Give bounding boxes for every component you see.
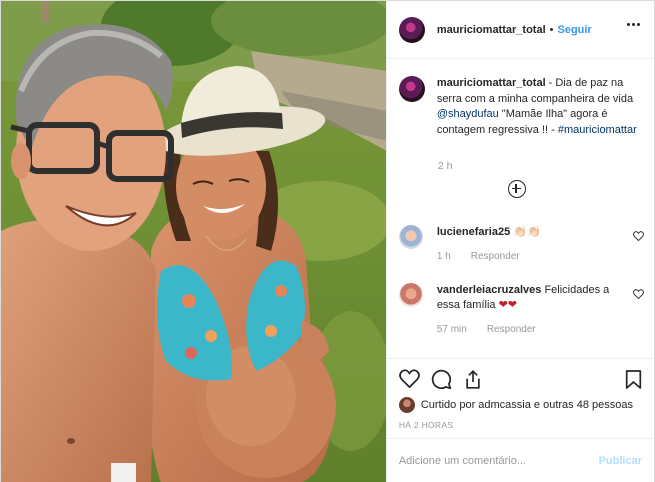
post-header: mauriciomattar_total • Seguir	[386, 1, 654, 59]
caption-time[interactable]: 2 h	[438, 160, 453, 172]
comment-time[interactable]: 57 min	[437, 322, 467, 337]
post-caption: mauriciomattar_total - Dia de paz na ser…	[398, 76, 644, 138]
add-comment-bar: Adicione um comentário... Publicar	[386, 438, 654, 482]
caption-body: mauriciomattar_total - Dia de paz na ser…	[437, 76, 637, 138]
bookmark-icon[interactable]	[625, 369, 642, 390]
comment-username[interactable]: lucienefaria25	[437, 226, 510, 238]
caption-hashtag-link[interactable]: #mauriciomattar	[558, 124, 637, 136]
comment-username[interactable]: vanderleiacruzalves	[437, 284, 542, 296]
comment-icon[interactable]	[431, 369, 452, 390]
comment-time[interactable]: 1 h	[437, 249, 451, 264]
plus-circle-icon[interactable]	[507, 180, 526, 198]
share-icon[interactable]	[463, 369, 483, 390]
caption-avatar[interactable]	[398, 76, 425, 102]
more-horizontal-icon[interactable]	[627, 23, 640, 26]
post-photo[interactable]	[1, 1, 386, 482]
post-side-panel: mauriciomattar_total • Seguir mauricioma…	[385, 1, 654, 482]
heart-icon[interactable]	[632, 289, 644, 299]
comment-input[interactable]: Adicione um comentário...	[399, 455, 599, 467]
author-username[interactable]: mauriciomattar_total	[437, 24, 546, 36]
caption-username[interactable]: mauriciomattar_total	[437, 77, 546, 89]
comment-body: vanderleiacruzalves Felicidades a essa f…	[437, 283, 617, 337]
likes-summary[interactable]: Curtido por admcassia e outras 48 pessoa…	[398, 397, 633, 413]
caption-mention-link[interactable]: @shaydufau	[437, 108, 499, 120]
reply-button[interactable]: Responder	[487, 322, 536, 337]
post-actions	[386, 358, 654, 398]
commenter-avatar[interactable]	[398, 283, 423, 307]
reply-button[interactable]: Responder	[471, 249, 520, 264]
comment-item: vanderleiacruzalves Felicidades a essa f…	[398, 283, 644, 337]
commenter-avatar[interactable]	[398, 225, 423, 249]
comment-meta: 1 h Responder	[437, 249, 617, 264]
header-separator: •	[549, 23, 554, 36]
heart-icon[interactable]	[398, 369, 420, 388]
follow-button[interactable]: Seguir	[557, 24, 591, 36]
likes-text: Curtido por admcassia e outras 48 pessoa…	[420, 399, 633, 411]
comment-emoji: ❤❤	[498, 299, 517, 311]
comment-meta: 57 min Responder	[437, 322, 617, 337]
publish-button[interactable]: Publicar	[599, 455, 642, 467]
heart-icon[interactable]	[632, 231, 644, 241]
post-timestamp[interactable]: HÁ 2 HORAS	[399, 420, 454, 430]
liker-avatar	[398, 397, 415, 413]
post-photo-illustration	[1, 1, 386, 482]
comment-emoji: 👏🏻👏🏻	[513, 226, 541, 238]
author-avatar[interactable]	[398, 16, 425, 43]
instagram-post: mauriciomattar_total • Seguir mauricioma…	[0, 0, 655, 482]
comment-body: lucienefaria25 👏🏻👏🏻 1 h Responder	[437, 225, 617, 264]
comment-item: lucienefaria25 👏🏻👏🏻 1 h Responder	[398, 225, 644, 264]
